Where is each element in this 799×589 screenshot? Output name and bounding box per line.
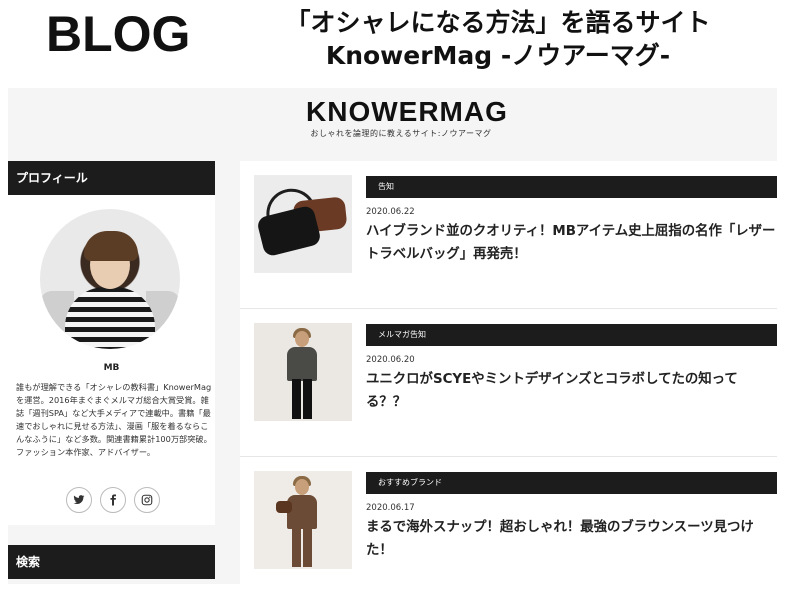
post-item[interactable]: 告知 2020.06.22 ハイブランド並のクオリティ！MBアイテム史上屈指の名…	[240, 161, 777, 309]
post-thumbnail[interactable]	[254, 471, 352, 569]
post-date: 2020.06.17	[366, 503, 415, 513]
page-title: 「オシャレになる方法」を語るサイト KnowerMag -ノウアーマグ-	[228, 6, 768, 72]
person-legs	[292, 527, 312, 567]
avatar-body	[65, 287, 155, 349]
social-links	[66, 487, 166, 513]
profile-description: 誰もが理解できる「オシャレの教科書」KnowerMagを運営。2016年まぐまぐ…	[16, 382, 212, 457]
post-title[interactable]: まるで海外スナップ！超おしゃれ！最強のブラウンスーツ見つけた！	[366, 516, 777, 562]
post-title[interactable]: ユニクロがSCYEやミントデザインズとコラボしてたの知ってる？？	[366, 368, 777, 414]
person-top	[287, 347, 317, 381]
post-list: 告知 2020.06.22 ハイブランド並のクオリティ！MBアイテム史上屈指の名…	[240, 161, 777, 584]
post-thumbnail[interactable]	[254, 175, 352, 273]
person-top	[287, 495, 317, 529]
post-category[interactable]: 告知	[366, 176, 777, 198]
avatar	[40, 209, 180, 349]
facebook-icon[interactable]	[100, 487, 126, 513]
page-title-line2: KnowerMag -ノウアーマグ-	[325, 41, 671, 70]
post-date: 2020.06.22	[366, 207, 415, 217]
held-bag	[276, 501, 292, 513]
avatar-hair	[84, 231, 138, 261]
person-legs	[292, 379, 312, 419]
site-tagline: おしゃれを論理的に教えるサイト:ノウアーマグ	[310, 129, 492, 138]
page-title-line1: 「オシャレになる方法」を語るサイト	[285, 8, 711, 37]
post-item[interactable]: おすすめブランド 2020.06.17 まるで海外スナップ！超おしゃれ！最強のブ…	[240, 457, 777, 584]
post-date: 2020.06.20	[366, 355, 415, 365]
post-category[interactable]: おすすめブランド	[366, 472, 777, 494]
site-screenshot: KNOWERMAG おしゃれを論理的に教えるサイト:ノウアーマグ プロフィール …	[8, 88, 777, 584]
post-title[interactable]: ハイブランド並のクオリティ！MBアイテム史上屈指の名作「レザートラベルバッグ」再…	[366, 220, 777, 266]
person-head	[295, 479, 309, 495]
blog-label: BLOG	[46, 6, 191, 62]
person-head	[295, 331, 309, 347]
twitter-icon[interactable]	[66, 487, 92, 513]
profile-heading: プロフィール	[8, 161, 215, 195]
search-heading: 検索	[8, 545, 215, 579]
profile-name: MB	[103, 363, 120, 373]
site-header: KNOWERMAG おしゃれを論理的に教えるサイト:ノウアーマグ	[8, 88, 777, 154]
profile-card: MB 誰もが理解できる「オシャレの教科書」KnowerMagを運営。2016年ま…	[8, 195, 215, 525]
instagram-icon[interactable]	[134, 487, 160, 513]
logo-text: KNOWERMAG	[306, 96, 508, 127]
site-logo[interactable]: KNOWERMAG おしゃれを論理的に教えるサイト:ノウアーマグ	[306, 96, 508, 140]
post-item[interactable]: メルマガ告知 2020.06.20 ユニクロがSCYEやミントデザインズとコラボ…	[240, 309, 777, 457]
post-category[interactable]: メルマガ告知	[366, 324, 777, 346]
post-thumbnail[interactable]	[254, 323, 352, 421]
